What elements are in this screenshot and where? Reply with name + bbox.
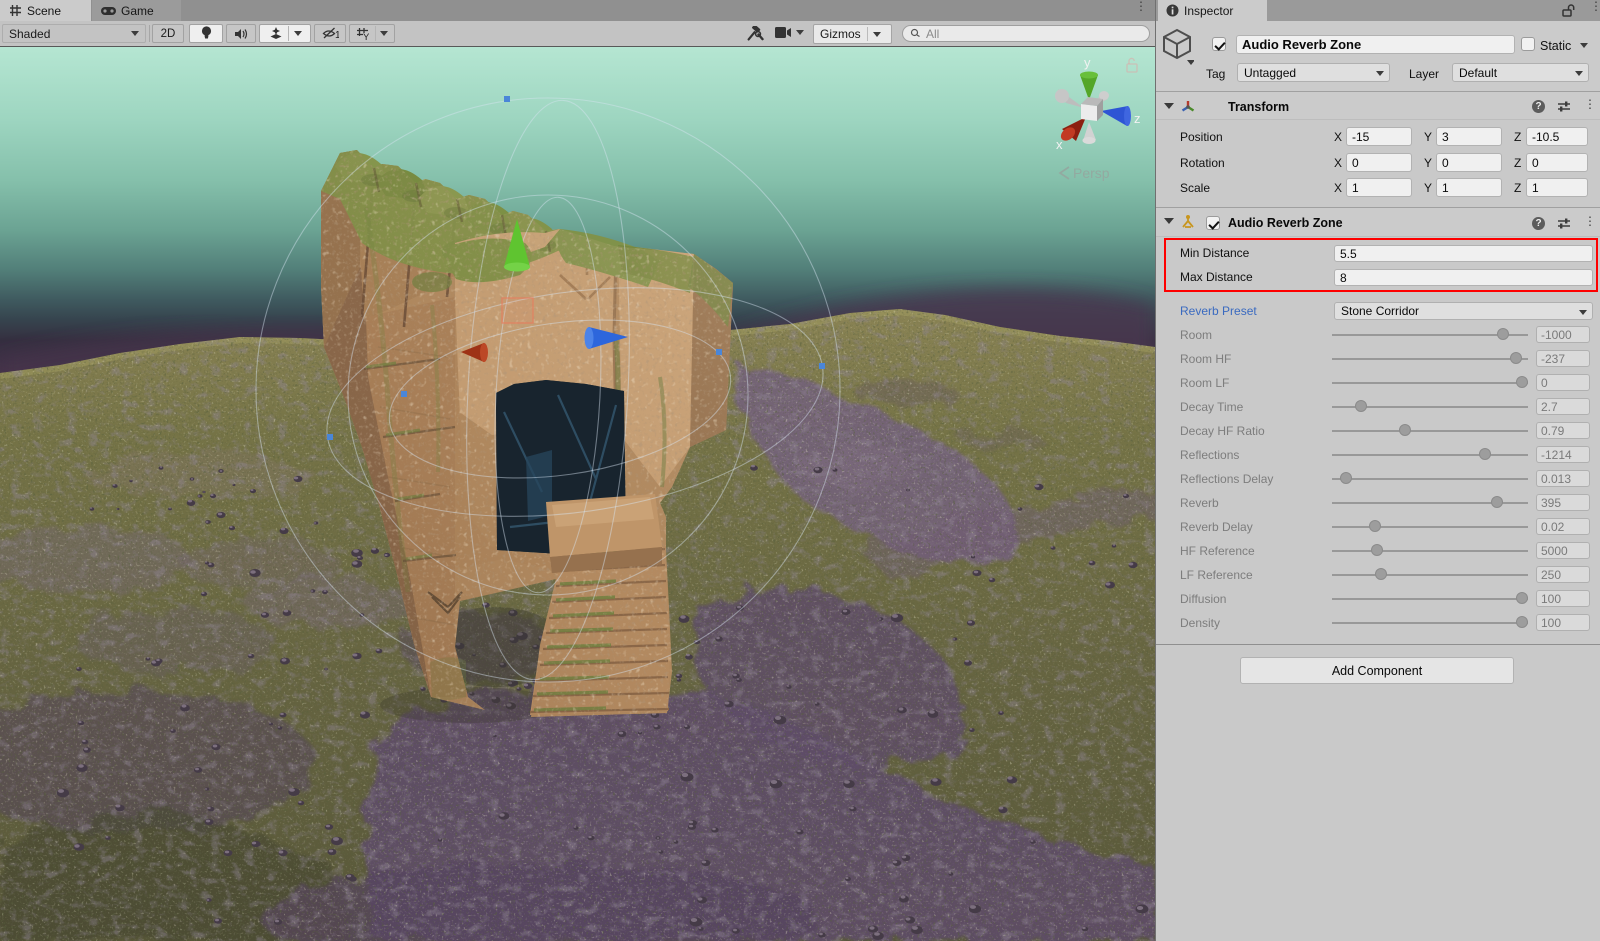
- svg-text:x: x: [1056, 137, 1063, 152]
- svg-text:z: z: [1134, 111, 1141, 126]
- svg-text:1: 1: [335, 30, 339, 40]
- svg-text:y: y: [1084, 55, 1091, 70]
- svg-text:Y: Y: [363, 32, 370, 41]
- svg-text:Persp: Persp: [1073, 165, 1110, 181]
